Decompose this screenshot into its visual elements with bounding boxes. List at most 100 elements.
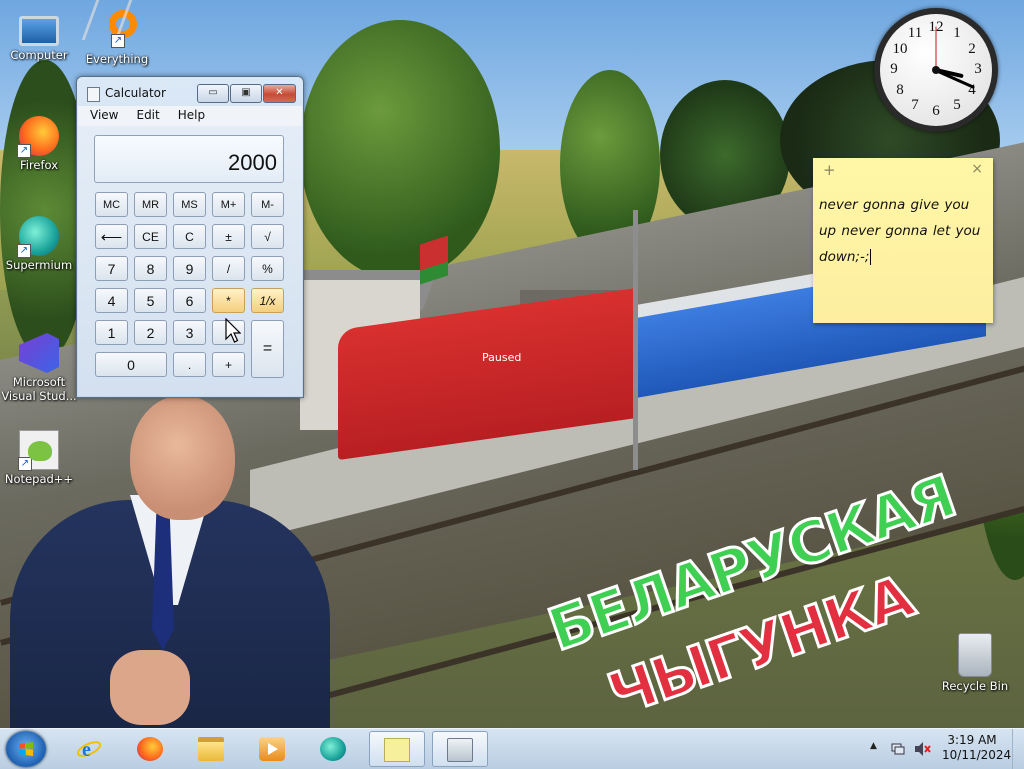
ms-button[interactable]: MS xyxy=(173,192,206,217)
shortcut-arrow-icon: ↗ xyxy=(17,244,31,258)
desktop-icon-notepadpp[interactable]: ↗ Notepad++ xyxy=(1,430,77,486)
folder-icon xyxy=(198,737,224,761)
computer-icon xyxy=(19,16,59,46)
lamp-pole xyxy=(633,210,638,470)
system-clock[interactable]: 3:19 AM 10/11/2024 xyxy=(942,733,1012,763)
equals-button[interactable]: = xyxy=(251,320,284,378)
plus-minus-button[interactable]: ± xyxy=(212,224,245,249)
desktop-icon-label: Computer xyxy=(10,48,68,62)
desktop-icon-visual-studio[interactable]: Microsoft Visual Stud... xyxy=(1,333,77,403)
maximize-button[interactable]: ▣ xyxy=(230,84,262,103)
taskbar-file-explorer[interactable] xyxy=(184,731,240,767)
percent-button[interactable]: % xyxy=(251,256,284,281)
clock-center-pin xyxy=(932,66,940,74)
menu-bar: View Edit Help xyxy=(78,106,302,126)
taskbar-sticky-notes[interactable] xyxy=(369,731,425,767)
multiply-button[interactable]: * xyxy=(212,288,245,313)
tray-expand-icon[interactable]: ▲ xyxy=(870,741,877,751)
ce-button[interactable]: CE xyxy=(134,224,167,249)
taskbar-media-player[interactable] xyxy=(245,731,301,767)
reciprocal-button[interactable]: 1/x xyxy=(251,288,284,313)
show-desktop-button[interactable] xyxy=(1012,729,1024,769)
sticky-note-text[interactable]: never gonna give you up never gonna let … xyxy=(813,184,993,270)
text-caret xyxy=(870,249,872,265)
calculator-window[interactable]: Calculator ▭ ▣ ✕ View Edit Help 2000 MC MR… xyxy=(76,76,304,398)
desktop-icon-firefox[interactable]: ↗ Firefox xyxy=(1,116,77,172)
digit-4-button[interactable]: 4 xyxy=(95,288,128,313)
divide-button[interactable]: / xyxy=(212,256,245,281)
clock-gadget[interactable]: 12 1 2 3 4 5 6 7 8 9 10 11 xyxy=(874,8,998,132)
clock-number: 1 xyxy=(953,25,961,41)
display-value: 2000 xyxy=(228,150,277,175)
minimize-button[interactable]: ▭ xyxy=(197,84,229,103)
taskbar-calculator[interactable] xyxy=(432,731,488,767)
system-time: 3:19 AM xyxy=(947,733,997,747)
notepadpp-icon: ↗ xyxy=(18,430,59,471)
clock-number: 11 xyxy=(907,25,923,41)
recycle-bin-icon xyxy=(958,633,992,677)
menu-view[interactable]: View xyxy=(78,106,124,122)
system-date: 10/11/2024 xyxy=(942,748,1012,762)
digit-3-button[interactable]: 3 xyxy=(173,320,206,345)
start-button[interactable] xyxy=(6,731,46,767)
clock-number: 3 xyxy=(974,61,982,77)
digit-0-button[interactable]: 0 xyxy=(95,352,167,377)
taskbar-internet-explorer[interactable]: e xyxy=(62,731,118,767)
close-button[interactable]: ✕ xyxy=(263,84,296,103)
add-button[interactable]: + xyxy=(212,352,245,377)
decimal-button[interactable]: . xyxy=(173,352,206,377)
taskbar-supermium[interactable] xyxy=(306,731,362,767)
mouse-cursor-icon xyxy=(225,318,241,343)
clock-number: 6 xyxy=(932,103,940,119)
clock-number: 8 xyxy=(896,82,904,98)
desktop-icon-computer[interactable]: Computer xyxy=(1,10,77,62)
taskbar-firefox[interactable] xyxy=(123,731,179,767)
media-player-icon xyxy=(259,737,285,761)
calculator-body: 2000 MC MR MS M+ M- ⟵ CE C ± √ 7 8 9 / %… xyxy=(78,126,302,396)
desktop-icon-label: Everything xyxy=(85,52,149,66)
calculator-app-icon xyxy=(87,87,100,102)
sqrt-button[interactable]: √ xyxy=(251,224,284,249)
clock-number: 5 xyxy=(953,97,961,113)
digit-6-button[interactable]: 6 xyxy=(173,288,206,313)
desktop-icon-everything[interactable]: ↗ Everything xyxy=(79,0,155,66)
person-head xyxy=(130,395,235,520)
desktop-icon-supermium[interactable]: ↗ Supermium xyxy=(1,216,77,272)
clock-number: 2 xyxy=(968,41,976,57)
wallpaper-tree xyxy=(300,20,500,280)
menu-help[interactable]: Help xyxy=(166,106,211,122)
calculator-display: 2000 xyxy=(94,135,284,183)
menu-edit[interactable]: Edit xyxy=(124,106,165,122)
backspace-button[interactable]: ⟵ xyxy=(95,224,128,249)
m-plus-button[interactable]: M+ xyxy=(212,192,245,217)
mr-button[interactable]: MR xyxy=(134,192,167,217)
windows-logo-icon xyxy=(19,742,33,756)
sticky-note[interactable]: + × never gonna give you up never gonna … xyxy=(813,158,993,323)
calculator-icon xyxy=(447,738,473,762)
mc-button[interactable]: MC xyxy=(95,192,128,217)
firefox-icon xyxy=(137,737,163,761)
sticky-note-header: + × xyxy=(813,158,993,184)
network-icon[interactable] xyxy=(890,741,906,757)
m-minus-button[interactable]: M- xyxy=(251,192,284,217)
digit-9-button[interactable]: 9 xyxy=(173,256,206,281)
desktop-icon-label: Supermium xyxy=(5,258,73,272)
sticky-add-icon[interactable]: + xyxy=(823,161,836,179)
c-button[interactable]: C xyxy=(173,224,206,249)
digit-5-button[interactable]: 5 xyxy=(134,288,167,313)
digit-1-button[interactable]: 1 xyxy=(95,320,128,345)
sticky-close-icon[interactable]: × xyxy=(971,161,983,177)
clock-number: 10 xyxy=(892,41,908,57)
loco-status-label: Paused xyxy=(482,351,522,364)
digit-7-button[interactable]: 7 xyxy=(95,256,128,281)
shortcut-arrow-icon: ↗ xyxy=(17,144,31,158)
digit-8-button[interactable]: 8 xyxy=(134,256,167,281)
clock-number: 7 xyxy=(911,97,919,113)
shortcut-arrow-icon: ↗ xyxy=(111,34,125,48)
desktop-icon-recycle-bin[interactable]: Recycle Bin xyxy=(937,633,1013,693)
internet-explorer-icon: e xyxy=(76,739,102,761)
volume-muted-icon[interactable] xyxy=(914,741,932,757)
firefox-icon: ↗ xyxy=(17,116,59,158)
desktop-icon-label: Recycle Bin xyxy=(941,679,1009,693)
digit-2-button[interactable]: 2 xyxy=(134,320,167,345)
